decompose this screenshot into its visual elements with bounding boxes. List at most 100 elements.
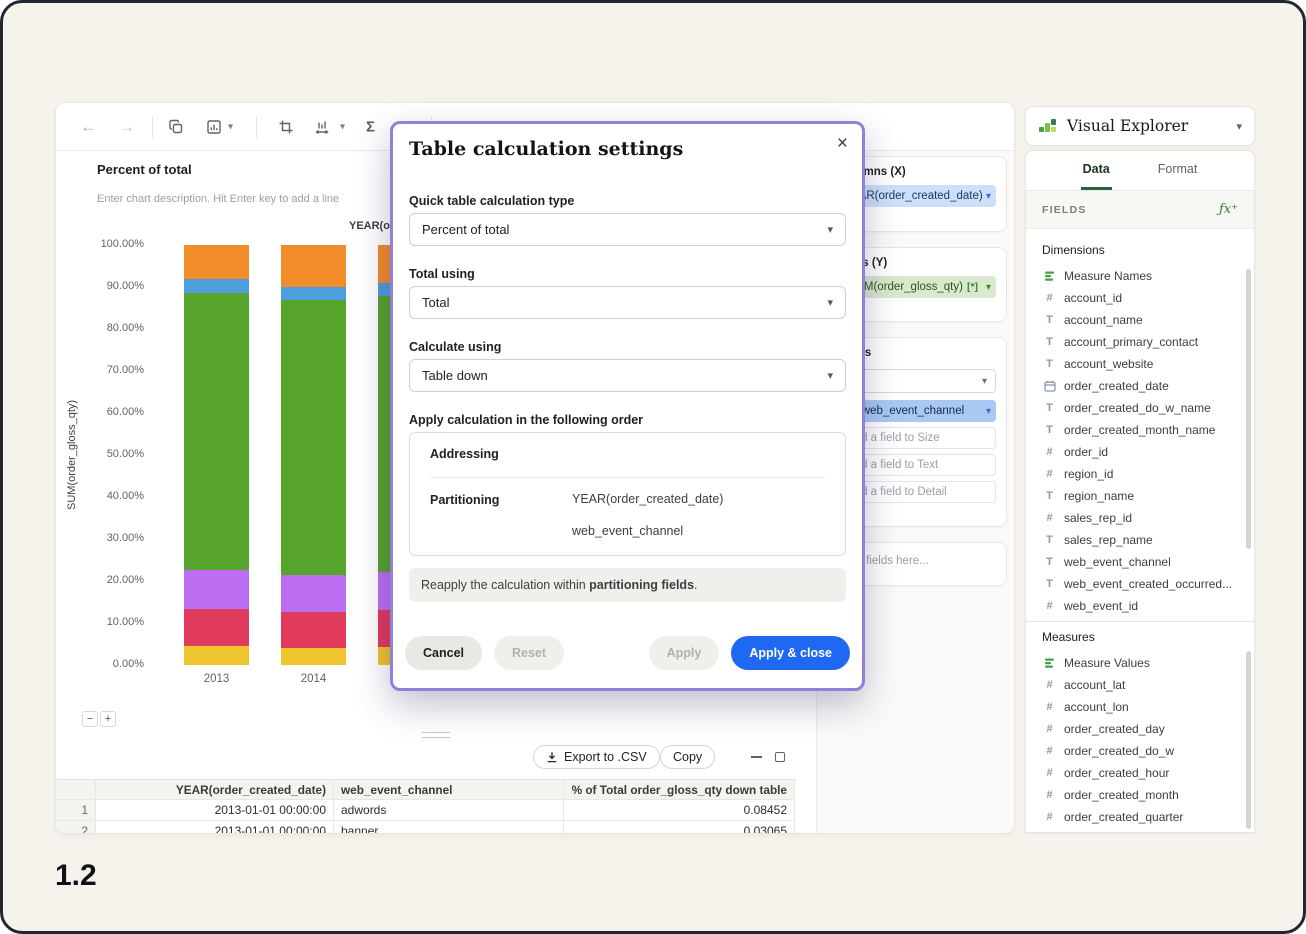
field-order_created_do_w[interactable]: #order_created_do_w [1026, 740, 1254, 762]
field-order_created_hour[interactable]: #order_created_hour [1026, 762, 1254, 784]
splitter-handle[interactable] [422, 732, 450, 738]
field-account_lat[interactable]: #account_lat [1026, 674, 1254, 696]
field-sales_rep_name[interactable]: Tsales_rep_name [1026, 529, 1254, 551]
maximize-panel-icon[interactable] [770, 747, 790, 767]
table-cell[interactable]: 0.03065 [564, 821, 795, 834]
table-calculation-settings-dialog: Table calculation settings × Quick table… [390, 121, 865, 691]
field-order_created_quarter[interactable]: #order_created_quarter [1026, 806, 1254, 828]
y-tick-label: 30.00% [84, 532, 144, 544]
field-order_created_month[interactable]: #order_created_month [1026, 784, 1254, 806]
export-csv-button[interactable]: Export to .CSV [533, 745, 660, 769]
element-type-header[interactable]: Visual Explorer ▾ [1025, 106, 1255, 146]
dimensions-label: Dimensions [1042, 243, 1254, 257]
download-icon [546, 751, 558, 763]
field-label: Measure Values [1064, 656, 1242, 670]
field-label: order_id [1064, 445, 1242, 459]
visual-explorer-logo [1038, 118, 1058, 134]
field-label: web_event_created_occurred... [1064, 577, 1242, 591]
add-formula-icon[interactable]: ƒx⁺ [1219, 202, 1238, 217]
number-icon: # [1042, 512, 1057, 524]
axis-fit-icon[interactable] [314, 119, 330, 135]
field-label: order_created_do_w [1064, 744, 1242, 758]
chevron-down-icon[interactable]: ▾ [340, 121, 345, 132]
field-Measure Values[interactable]: Measure Values [1026, 652, 1254, 674]
data-panel: Data Format FIELDS ƒx⁺ Dimensions Measur… [1025, 150, 1255, 833]
chevron-down-icon[interactable]: ▾ [228, 121, 233, 132]
number-icon: # [1042, 679, 1057, 691]
chart-type-icon[interactable] [206, 119, 222, 135]
field-label: account_id [1064, 291, 1242, 305]
stacked-bar-2013[interactable] [184, 245, 249, 665]
field-order_created_month_name[interactable]: Torder_created_month_name [1026, 419, 1254, 441]
y-tick-label: 50.00% [84, 448, 144, 460]
number-icon: # [1042, 767, 1057, 779]
minimize-panel-icon[interactable] [746, 747, 766, 767]
column-header[interactable]: web_event_channel [334, 780, 564, 800]
copy-button[interactable]: Copy [660, 745, 715, 769]
quick-calc-select[interactable]: Percent of total ▾ [409, 213, 846, 246]
zoom-in-button[interactable]: + [100, 711, 116, 727]
tab-format[interactable]: Format [1156, 151, 1200, 190]
field-order_created_week[interactable]: #order_created_week [1026, 828, 1254, 833]
table-cell[interactable]: 2013-01-01 00:00:00 [96, 800, 334, 821]
field-region_name[interactable]: Tregion_name [1026, 485, 1254, 507]
chart-subtitle[interactable]: Enter chart description. Hit Enter key t… [97, 193, 339, 205]
sigma-icon[interactable]: Σ [366, 118, 375, 135]
toolbar-divider [256, 116, 257, 138]
calculate-using-value: Table down [422, 368, 488, 383]
total-using-select[interactable]: Total ▾ [409, 286, 846, 319]
field-order_created_do_w_name[interactable]: Torder_created_do_w_name [1026, 397, 1254, 419]
chevron-down-icon[interactable]: ▾ [986, 406, 991, 417]
field-region_id[interactable]: #region_id [1026, 463, 1254, 485]
cancel-button[interactable]: Cancel [405, 636, 482, 670]
text-icon: T [1042, 314, 1057, 326]
table-cell[interactable]: banner [334, 821, 564, 834]
field-web_event_id[interactable]: #web_event_id [1026, 595, 1254, 617]
reset-button[interactable]: Reset [494, 636, 564, 670]
field-sales_rep_id[interactable]: #sales_rep_id [1026, 507, 1254, 529]
scrollbar-thumb[interactable] [1246, 651, 1251, 829]
field-account_website[interactable]: Taccount_website [1026, 353, 1254, 375]
field-Measure Names[interactable]: Measure Names [1026, 265, 1254, 287]
stacked-bar-2014[interactable] [281, 245, 346, 665]
field-order_id[interactable]: #order_id [1026, 441, 1254, 463]
table-cell[interactable]: adwords [334, 800, 564, 821]
chevron-down-icon[interactable]: ▾ [986, 282, 991, 293]
zoom-out-button[interactable]: − [82, 711, 98, 727]
calculate-using-select[interactable]: Table down ▾ [409, 359, 846, 392]
chevron-down-icon[interactable]: ▾ [1236, 120, 1242, 133]
field-account_primary_contact[interactable]: Taccount_primary_contact [1026, 331, 1254, 353]
table-cell[interactable]: 0.08452 [564, 800, 795, 821]
duplicate-icon[interactable] [168, 119, 184, 135]
close-icon[interactable]: × [837, 134, 848, 153]
calculate-using-label: Calculate using [409, 340, 501, 354]
field-account_id[interactable]: # account_id [1026, 287, 1254, 309]
column-header[interactable]: YEAR(order_created_date) [96, 780, 334, 800]
column-header[interactable]: % of Total order_gloss_qty down table [564, 780, 795, 800]
field-web_event_created_occurred...[interactable]: Tweb_event_created_occurred... [1026, 573, 1254, 595]
scrollbar-thumb[interactable] [1246, 269, 1251, 549]
note-suffix: . [694, 578, 697, 592]
field-web_event_channel[interactable]: Tweb_event_channel [1026, 551, 1254, 573]
field-order_created_date[interactable]: order_created_date [1026, 375, 1254, 397]
number-icon: # [1042, 789, 1057, 801]
total-using-value: Total [422, 295, 449, 310]
apply-button[interactable]: Apply [649, 636, 720, 670]
segment-yellow [281, 648, 346, 665]
field-label: account_website [1064, 357, 1242, 371]
table-cell[interactable]: 2013-01-01 00:00:00 [96, 821, 334, 834]
chevron-down-icon[interactable]: ▾ [986, 191, 991, 202]
number-icon: # [1042, 292, 1057, 304]
chart-y-axis-title: SUM(order_gloss_qty) [66, 245, 82, 665]
forward-button[interactable]: → [118, 117, 135, 137]
tab-data[interactable]: Data [1081, 151, 1112, 190]
fields-scroll-area[interactable]: Dimensions Measure Names # account_id Tacco… [1026, 229, 1254, 833]
crop-icon[interactable] [278, 119, 294, 135]
field-account_name[interactable]: Taccount_name [1026, 309, 1254, 331]
apply-close-button[interactable]: Apply & close [731, 636, 850, 670]
results-body: 12013-01-01 00:00:00adwords0.0845222013-… [56, 800, 796, 834]
field-order_created_day[interactable]: #order_created_day [1026, 718, 1254, 740]
field-account_lon[interactable]: #account_lon [1026, 696, 1254, 718]
number-icon: # [1042, 723, 1057, 735]
back-button[interactable]: ← [80, 117, 97, 137]
